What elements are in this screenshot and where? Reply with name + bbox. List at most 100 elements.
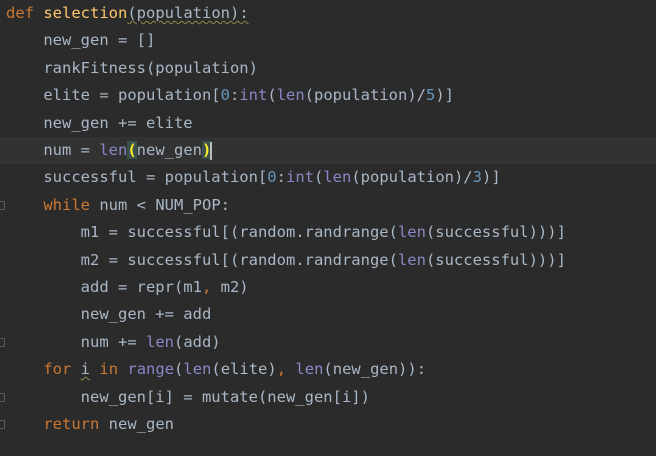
code-editor[interactable]: def selection(population): new_gen = [] … bbox=[0, 0, 656, 456]
code-text: new_gen[i] = mutate(new_gen[i]) bbox=[6, 384, 370, 411]
code-token: new_gen bbox=[136, 141, 202, 159]
code-line[interactable]: new_gen += add bbox=[0, 301, 656, 328]
code-token: len bbox=[323, 168, 352, 187]
fold-marker-icon[interactable] bbox=[0, 392, 5, 402]
fold-marker-icon[interactable] bbox=[0, 200, 5, 210]
code-text: def selection(population): bbox=[6, 0, 249, 27]
code-line[interactable]: rankFitness(population) bbox=[0, 55, 656, 82]
code-token: ( bbox=[174, 360, 184, 379]
code-token: new_gen += add bbox=[6, 305, 212, 324]
code-token: num += bbox=[6, 332, 146, 351]
code-token: (successful)))] bbox=[425, 223, 566, 242]
code-text: m2 = successful[(random.randrange(len(su… bbox=[6, 247, 566, 274]
code-token: len bbox=[276, 86, 305, 105]
code-token: range bbox=[127, 360, 175, 379]
code-line[interactable]: num = len(new_gen) bbox=[0, 137, 656, 165]
code-token: new_gen bbox=[99, 415, 174, 433]
code-token: return bbox=[43, 415, 100, 433]
code-token: new_gen = [] bbox=[6, 31, 156, 50]
code-token: (elite) bbox=[211, 360, 277, 379]
code-line[interactable]: for i in range(len(elite), len(new_gen))… bbox=[0, 356, 656, 383]
code-line[interactable]: num += len(add) bbox=[0, 329, 656, 356]
code-text: num += len(add) bbox=[6, 329, 221, 356]
code-token: m2) bbox=[211, 278, 249, 296]
code-line[interactable]: m2 = successful[(random.randrange(len(su… bbox=[0, 247, 656, 274]
code-token: while bbox=[43, 195, 90, 214]
code-token: num = bbox=[6, 141, 100, 159]
code-token: selection bbox=[43, 4, 128, 22]
code-token: m1 = successful[(random.randrange( bbox=[6, 223, 398, 242]
code-text: new_gen += add bbox=[6, 301, 212, 328]
code-token: 5 bbox=[426, 86, 436, 105]
code-text: num = len(new_gen) bbox=[6, 137, 213, 164]
code-text: successful = population[0:int(len(popula… bbox=[6, 164, 501, 191]
code-token: int bbox=[285, 168, 314, 187]
code-token: len bbox=[397, 223, 426, 242]
code-line[interactable]: new_gen[i] = mutate(new_gen[i]) bbox=[0, 384, 656, 411]
code-token: int bbox=[239, 86, 268, 105]
code-token: (add) bbox=[173, 332, 221, 351]
code-token: )] bbox=[482, 168, 501, 187]
code-token: 0 bbox=[267, 168, 277, 187]
code-token: ( bbox=[127, 141, 137, 159]
code-token: new_gen += elite bbox=[6, 113, 193, 132]
code-token: 3 bbox=[472, 168, 482, 187]
fold-marker-icon[interactable] bbox=[0, 420, 5, 429]
code-line[interactable]: elite = population[0:int(len(population)… bbox=[0, 82, 656, 109]
code-line[interactable]: return new_gen bbox=[0, 411, 656, 438]
code-token: len bbox=[295, 360, 324, 379]
code-token: (population)/ bbox=[304, 86, 426, 105]
code-token: (new_gen)): bbox=[323, 360, 427, 379]
code-token: , bbox=[201, 278, 212, 296]
code-line[interactable]: new_gen = [] bbox=[0, 27, 656, 54]
code-token: m2 = successful[(random.randrange( bbox=[6, 250, 398, 269]
code-line[interactable]: def selection(population): bbox=[0, 0, 656, 27]
code-token: len bbox=[145, 332, 174, 351]
code-token: : bbox=[229, 86, 240, 105]
code-token: len bbox=[397, 250, 426, 269]
code-text: return new_gen bbox=[6, 411, 174, 438]
code-token: len bbox=[183, 360, 212, 379]
code-token: def bbox=[6, 4, 34, 22]
code-text: for i in range(len(elite), len(new_gen))… bbox=[6, 356, 426, 383]
code-text: elite = population[0:int(len(population)… bbox=[6, 82, 454, 109]
code-token: , bbox=[276, 360, 287, 379]
code-line[interactable]: m1 = successful[(random.randrange(len(su… bbox=[0, 219, 656, 246]
code-line[interactable]: new_gen += elite bbox=[0, 110, 656, 137]
fold-marker-icon[interactable] bbox=[0, 337, 5, 347]
code-token: add = repr(m1 bbox=[6, 278, 202, 296]
code-token: i bbox=[80, 360, 91, 379]
code-line[interactable]: successful = population[0:int(len(popula… bbox=[0, 164, 656, 191]
code-text: new_gen += elite bbox=[6, 110, 193, 137]
code-token: (successful)))] bbox=[425, 250, 566, 269]
code-token: len bbox=[99, 141, 128, 159]
code-token: ( bbox=[267, 86, 277, 105]
code-text: while num < NUM_POP: bbox=[6, 192, 230, 219]
code-line[interactable]: add = repr(m1, m2) bbox=[0, 274, 656, 301]
code-text: m1 = successful[(random.randrange(len(su… bbox=[6, 219, 566, 246]
code-token: ( bbox=[313, 168, 324, 187]
code-token: num < NUM_POP: bbox=[90, 195, 230, 214]
code-text: add = repr(m1, m2) bbox=[6, 274, 249, 301]
code-token: (population): bbox=[127, 4, 249, 22]
code-line[interactable]: while num < NUM_POP: bbox=[0, 192, 656, 219]
code-token: elite = population[ bbox=[6, 86, 221, 105]
code-text: new_gen = [] bbox=[6, 27, 155, 54]
code-token: successful = population[ bbox=[6, 168, 268, 187]
code-token: for bbox=[43, 360, 72, 379]
code-token: : bbox=[276, 168, 286, 187]
code-token: in bbox=[99, 360, 119, 379]
code-token: )] bbox=[435, 86, 455, 105]
code-text: rankFitness(population) bbox=[6, 55, 258, 82]
code-token: 0 bbox=[220, 86, 230, 105]
text-caret bbox=[210, 141, 213, 160]
code-token: new_gen[i] = mutate(new_gen[i]) bbox=[6, 387, 370, 406]
